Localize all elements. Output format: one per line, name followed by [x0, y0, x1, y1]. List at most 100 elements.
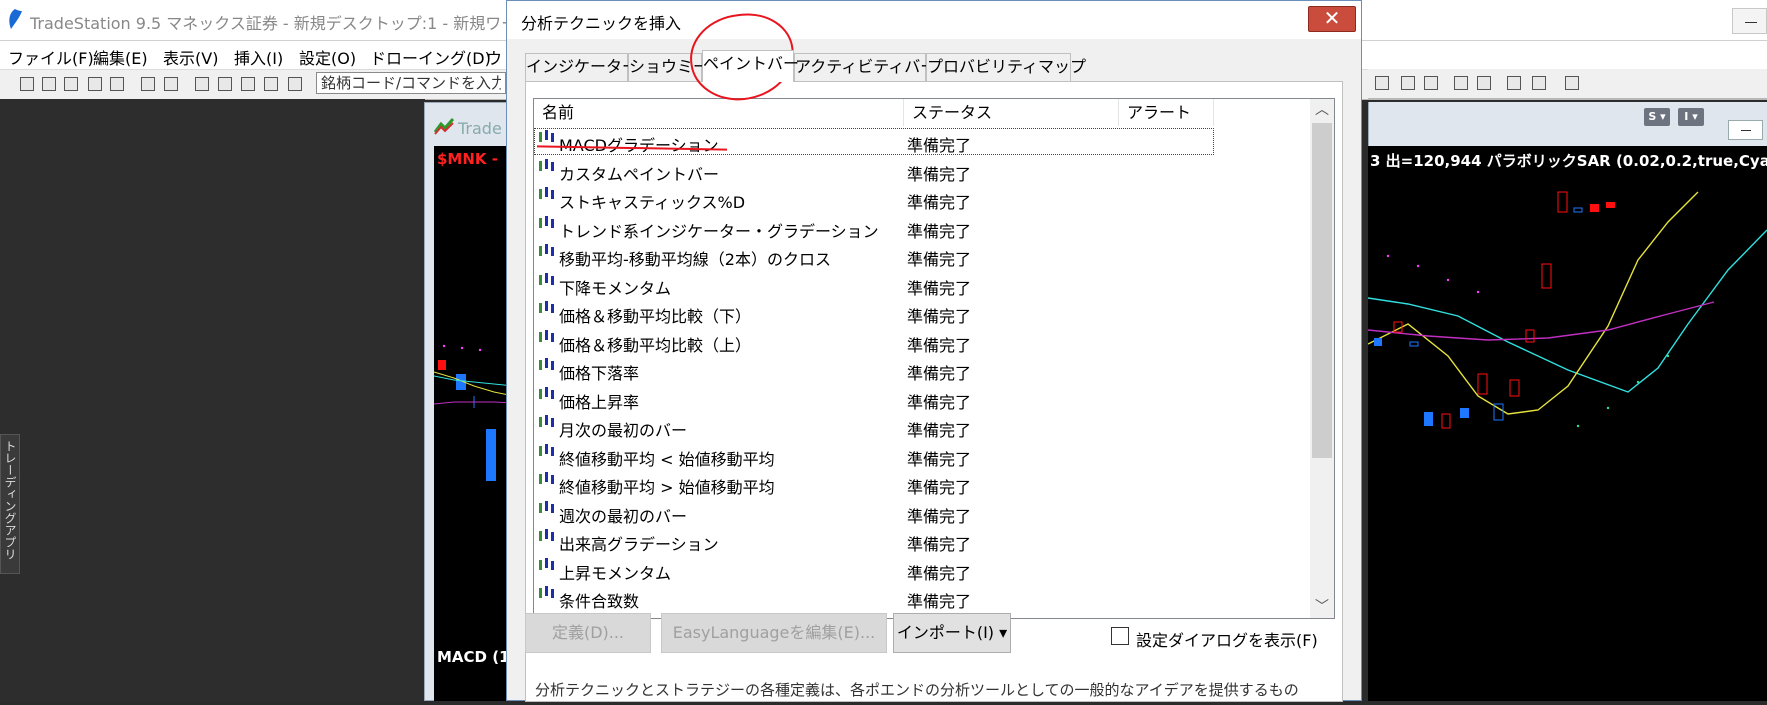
tab-indicator[interactable]: インジケーター — [525, 53, 638, 81]
pointer-icon[interactable] — [1454, 76, 1468, 90]
list-item[interactable]: ストキャスティックス%D 準備完了 — [534, 185, 1214, 213]
open-icon[interactable] — [42, 77, 56, 91]
list-item[interactable]: 移動平均-移動平均線（2本）のクロス 準備完了 — [534, 242, 1214, 270]
list-item-name: 月次の最初のバー — [559, 421, 688, 440]
price-chart-left[interactable] — [433, 146, 515, 701]
new-page-icon[interactable] — [88, 77, 102, 91]
macd-subgraph-label: MACD (1 — [437, 648, 510, 666]
list-item-status: 準備完了 — [907, 449, 972, 469]
dialog-title: 分析テクニックを挿入 — [521, 14, 682, 33]
define-button[interactable]: 定義(D)... — [525, 613, 651, 653]
scroll-thumb[interactable] — [1312, 123, 1332, 458]
minimize-button[interactable] — [1732, 8, 1767, 34]
tools-icon[interactable] — [1507, 76, 1521, 90]
list-item[interactable]: MACDグラデーション 準備完了 — [534, 128, 1214, 155]
list-item-name: 価格上昇率 — [559, 392, 640, 412]
list-item[interactable]: 月次の最初のバー 準備完了 — [534, 413, 1214, 441]
paintbar-icon — [538, 272, 556, 287]
scroll-up-arrow-icon[interactable]: ︿ — [1310, 99, 1334, 121]
list-item[interactable]: 終値移動平均 < 始値移動平均 準備完了 — [534, 442, 1214, 470]
zoom-in-icon[interactable] — [1401, 76, 1415, 90]
close-button[interactable]: ✕ — [1308, 6, 1356, 32]
tab-paintbar[interactable]: ペイントバー — [702, 50, 799, 82]
list-item-status: 準備完了 — [907, 535, 972, 554]
window-icon[interactable] — [195, 77, 209, 91]
menu-edit[interactable]: 編集(E) — [93, 45, 148, 69]
list-item-status: 準備完了 — [907, 136, 972, 155]
technique-list[interactable]: 名前 ステータス アラート MACDグラデーション 準備完了 カスタムペイントバー準… — [533, 98, 1335, 619]
menu-settings[interactable]: 設定(O) — [299, 45, 356, 69]
new-icon[interactable] — [20, 77, 34, 91]
data-window-icon[interactable] — [1532, 76, 1546, 90]
list-item[interactable]: 条件合致数 準備完了 — [534, 584, 1214, 612]
list-item-name: カスタムペイントバー — [559, 164, 720, 184]
menu-file[interactable]: ファイル(F) — [8, 45, 94, 69]
menu-insert[interactable]: 挿入(I) — [234, 45, 283, 69]
i-dropdown-button[interactable]: I ▾ — [1678, 108, 1704, 126]
list-item[interactable]: 出来高グラデーション 準備完了 — [534, 527, 1214, 555]
list-item-name: MACDグラデーション — [559, 136, 719, 155]
show-settings-dialog-checkbox[interactable] — [1111, 627, 1129, 645]
chart-tool-icon[interactable] — [1477, 76, 1491, 90]
list-item[interactable]: 週次の最初のバー 準備完了 — [534, 499, 1214, 527]
list-item[interactable]: 価格下落率 準備完了 — [534, 356, 1214, 384]
list-item[interactable]: 価格＆移動平均比較（下） 準備完了 — [534, 299, 1214, 327]
dropdown-arrow-icon[interactable] — [1375, 76, 1389, 90]
list-item-name: 出来高グラデーション — [559, 535, 719, 554]
list-item-status: 準備完了 — [907, 335, 972, 355]
paintbar-icon — [538, 500, 556, 515]
paintbar-icon — [538, 215, 556, 230]
list-item-status: 準備完了 — [907, 392, 972, 412]
notes-icon[interactable] — [1565, 76, 1579, 90]
print-icon[interactable] — [164, 77, 178, 91]
zoom-out-icon[interactable] — [1424, 76, 1438, 90]
open-workspace-icon[interactable] — [64, 77, 78, 91]
s-dropdown-button[interactable]: S ▾ — [1644, 108, 1670, 126]
list-item-name: 下降モメンタム — [559, 278, 672, 298]
paintbar-icon — [538, 529, 556, 543]
paintbar-icon — [538, 187, 556, 201]
list-item[interactable]: 価格上昇率 準備完了 — [534, 385, 1214, 413]
symbol-command-input[interactable] — [316, 72, 506, 94]
list-item-name: 終値移動平均 < 始値移動平均 — [559, 449, 775, 469]
list-item-name: 価格下落率 — [559, 364, 640, 383]
list-item-name: トレンド系インジケーター・グラデーション — [559, 221, 879, 241]
column-header-name[interactable]: 名前 — [534, 99, 904, 126]
chart-minimize-button[interactable] — [1728, 120, 1763, 140]
list-item[interactable]: 終値移動平均 > 始値移動平均 準備完了 — [534, 470, 1214, 498]
list-item[interactable]: カスタムペイントバー 準備完了 — [534, 157, 1214, 185]
column-header-alert[interactable]: アラート — [1119, 99, 1214, 126]
column-header-status[interactable]: ステータス — [904, 99, 1119, 126]
chart-logo-icon — [434, 118, 454, 135]
list-item-status: 準備完了 — [907, 364, 972, 383]
dialog-titlebar: 分析テクニックを挿入 ✕ — [507, 1, 1361, 39]
price-chart-right[interactable] — [1367, 146, 1767, 701]
print-preview-icon[interactable] — [141, 77, 155, 91]
list-item[interactable]: トレンド系インジケーター・グラデーション 準備完了 — [534, 214, 1214, 242]
lock-icon[interactable] — [241, 77, 255, 91]
paintbar-icon — [538, 301, 556, 315]
scroll-down-arrow-icon[interactable]: ﹀ — [1310, 596, 1334, 618]
list-item-name: 終値移動平均 > 始値移動平均 — [559, 478, 775, 497]
vertical-scrollbar[interactable]: ︿ ﹀ — [1310, 99, 1334, 618]
chart-info-line: 3 出=120,944 パラボリックSAR (0.02,0.2,true,Cya… — [1370, 152, 1767, 170]
menu-window[interactable]: ウ — [486, 45, 502, 69]
tradestation-logo-icon — [9, 9, 22, 29]
folder-icon[interactable] — [110, 77, 124, 91]
tab-activitybar[interactable]: アクティビティバー — [794, 53, 936, 81]
paintbar-icon — [538, 244, 556, 258]
menu-drawing[interactable]: ドローイング(D) — [370, 45, 491, 69]
window-list-icon[interactable] — [218, 77, 232, 91]
palette-icon[interactable] — [288, 77, 302, 91]
import-button[interactable]: インポート(I) ▾ — [893, 613, 1011, 653]
list-item[interactable]: 下降モメンタム 準備完了 — [534, 271, 1214, 299]
paintbar-icon — [538, 557, 556, 572]
draw-icon[interactable] — [264, 77, 278, 91]
tab-probabilitymap[interactable]: プロバビリティマップ — [926, 53, 1086, 81]
menu-view[interactable]: 表示(V) — [163, 45, 218, 69]
edit-easylanguage-button[interactable]: EasyLanguageを編集(E)... — [661, 613, 887, 653]
list-item-name: 価格＆移動平均比較（上） — [559, 335, 752, 355]
list-item[interactable]: 上昇モメンタム 準備完了 — [534, 556, 1214, 584]
list-item[interactable]: 価格＆移動平均比較（上） 準備完了 — [534, 328, 1214, 356]
candlestick-chart-left — [433, 344, 515, 481]
